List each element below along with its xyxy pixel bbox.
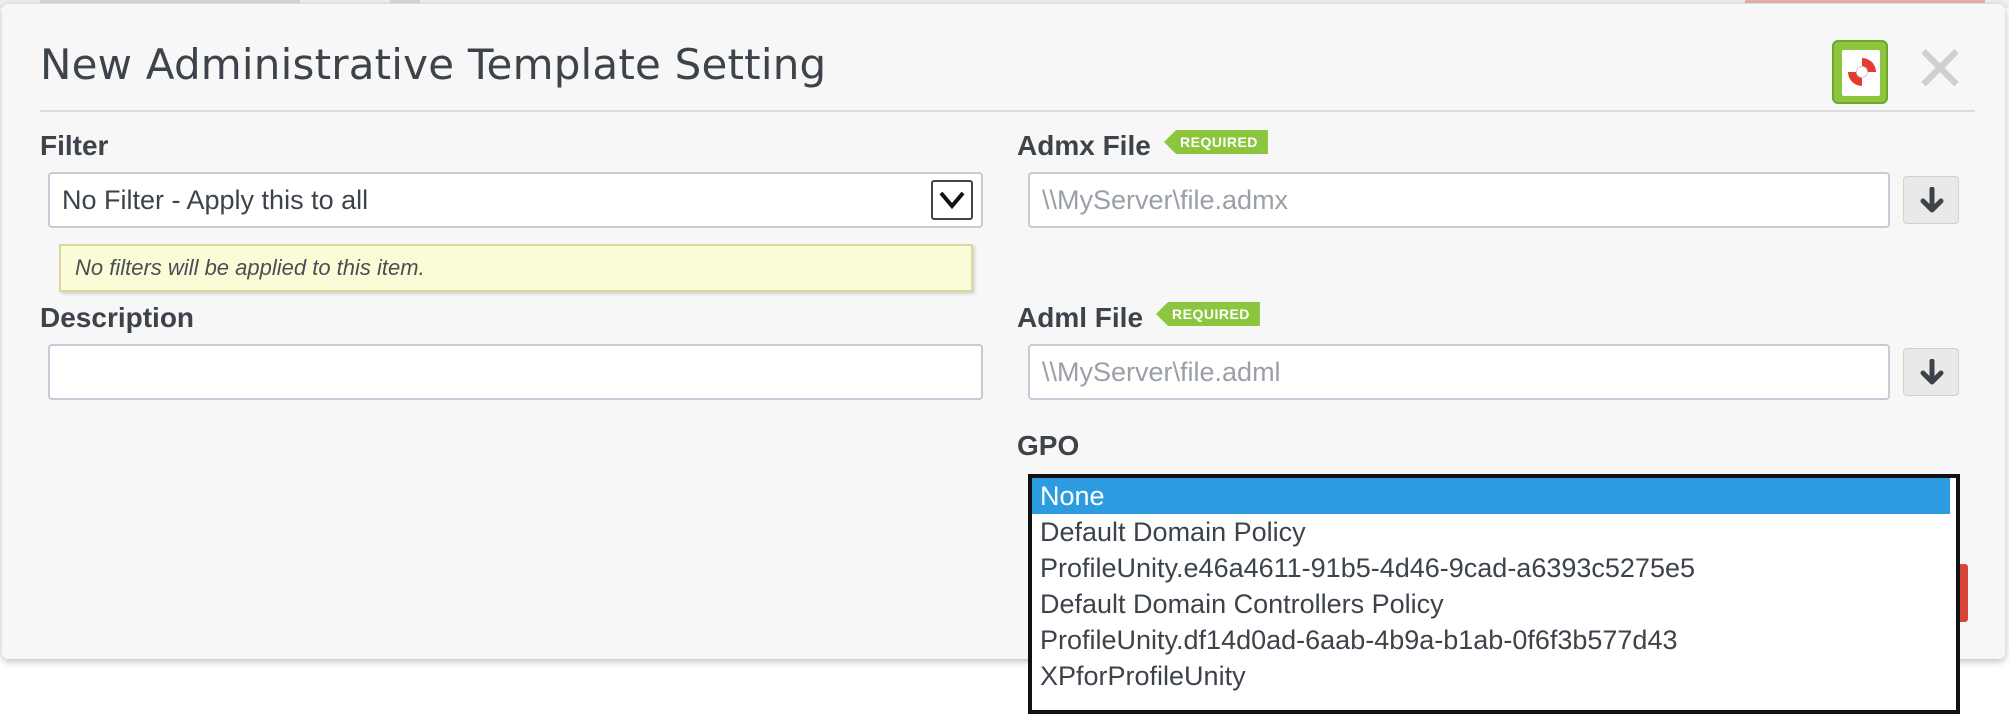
- admx-required-badge: REQUIRED: [1164, 130, 1268, 154]
- filter-hint-tooltip: No filters will be applied to this item.: [59, 244, 973, 292]
- adml-browse-button[interactable]: [1903, 348, 1959, 396]
- gpo-option[interactable]: Default Domain Policy: [1032, 514, 1956, 550]
- description-input[interactable]: [48, 344, 983, 400]
- background-decoration: [40, 0, 300, 3]
- gpo-dropdown-list[interactable]: None Default Domain Policy ProfileUnity.…: [1028, 474, 1960, 714]
- adml-required-badge: REQUIRED: [1156, 302, 1260, 326]
- filter-hint-text: No filters will be applied to this item.: [75, 255, 425, 280]
- arrow-down-icon: [1920, 359, 1944, 385]
- close-x-icon[interactable]: ✕: [1912, 38, 1968, 102]
- partially-hidden-red-button[interactable]: [1960, 564, 1968, 622]
- gpo-option[interactable]: Default Domain Controllers Policy: [1032, 586, 1956, 622]
- admx-file-input[interactable]: \\MyServer\file.admx: [1028, 172, 1890, 228]
- background-decoration-red: [1745, 0, 1985, 3]
- filter-select[interactable]: No Filter - Apply this to all: [48, 172, 983, 228]
- gpo-option[interactable]: XPforProfileUnity: [1032, 658, 1956, 694]
- gpo-option[interactable]: None: [1032, 478, 1950, 514]
- dialog-title: New Administrative Template Setting: [40, 40, 827, 89]
- gpo-label: GPO: [1017, 430, 1080, 461]
- adml-file-input[interactable]: \\MyServer\file.adml: [1028, 344, 1890, 400]
- background-decoration: [390, 0, 420, 3]
- admx-file-label: Admx File: [1017, 130, 1151, 161]
- filter-selected-value: No Filter - Apply this to all: [62, 185, 369, 215]
- admx-browse-button[interactable]: [1903, 176, 1959, 224]
- title-divider: [40, 110, 1975, 112]
- chevron-down-icon[interactable]: [931, 180, 973, 220]
- description-label: Description: [40, 302, 195, 333]
- adml-file-placeholder: \\MyServer\file.adml: [1042, 357, 1281, 387]
- life-ring-center: [1856, 66, 1868, 78]
- gpo-option[interactable]: ProfileUnity.e46a4611-91b5-4d46-9cad-a63…: [1032, 550, 1956, 586]
- help-button[interactable]: [1832, 40, 1888, 104]
- arrow-down-icon: [1920, 187, 1944, 213]
- admx-file-placeholder: \\MyServer\file.admx: [1042, 185, 1289, 215]
- adml-file-label: Adml File: [1017, 302, 1144, 333]
- filter-label: Filter: [40, 130, 109, 161]
- gpo-option[interactable]: ProfileUnity.df14d0ad-6aab-4b9a-b1ab-0f6…: [1032, 622, 1956, 658]
